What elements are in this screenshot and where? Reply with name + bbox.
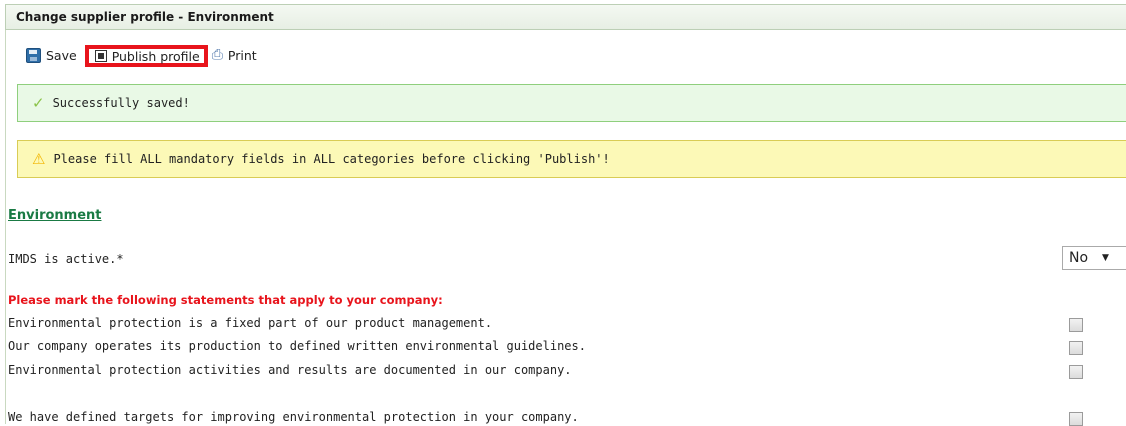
checkmark-icon: ✓ bbox=[32, 94, 45, 112]
publish-profile-button[interactable]: Publish profile bbox=[84, 45, 208, 67]
page-title: Change supplier profile - Environment bbox=[5, 4, 1126, 30]
statement-item: Environmental protection is a fixed part… bbox=[8, 316, 493, 330]
success-message: ✓ Successfully saved! bbox=[17, 84, 1126, 122]
success-text: Successfully saved! bbox=[52, 96, 190, 110]
statements-heading: Please mark the following statements tha… bbox=[8, 293, 443, 307]
print-button[interactable]: ⎙ Print bbox=[212, 48, 257, 63]
left-border bbox=[5, 4, 6, 424]
imds-label: IMDS is active.* bbox=[8, 252, 124, 266]
statement-item: Our company operates its production to d… bbox=[8, 339, 586, 353]
publish-icon bbox=[94, 50, 107, 62]
chevron-down-icon: ▼ bbox=[1102, 253, 1109, 263]
print-icon: ⎙ bbox=[211, 47, 223, 63]
imds-select-value: No bbox=[1069, 250, 1089, 266]
imds-select[interactable]: No ▼ bbox=[1062, 246, 1126, 270]
toolbar: Save Publish profile ⎙ Print bbox=[26, 43, 257, 67]
save-button[interactable]: Save bbox=[26, 47, 77, 63]
warning-message: ⚠ Please fill ALL mandatory fields in AL… bbox=[17, 140, 1126, 178]
section-title[interactable]: Environment bbox=[8, 208, 102, 223]
statement-checkbox[interactable] bbox=[1069, 341, 1083, 355]
save-icon bbox=[26, 47, 41, 63]
statement-item: We have defined targets for improving en… bbox=[8, 410, 579, 424]
print-label: Print bbox=[227, 47, 257, 63]
warning-text: Please fill ALL mandatory fields in ALL … bbox=[53, 152, 610, 166]
statement-checkbox[interactable] bbox=[1069, 318, 1083, 332]
warning-icon: ⚠ bbox=[32, 150, 46, 168]
statement-item: Environmental protection activities and … bbox=[8, 363, 572, 377]
publish-label: Publish profile bbox=[111, 48, 200, 64]
statement-checkbox[interactable] bbox=[1069, 365, 1083, 379]
save-label: Save bbox=[46, 47, 77, 63]
